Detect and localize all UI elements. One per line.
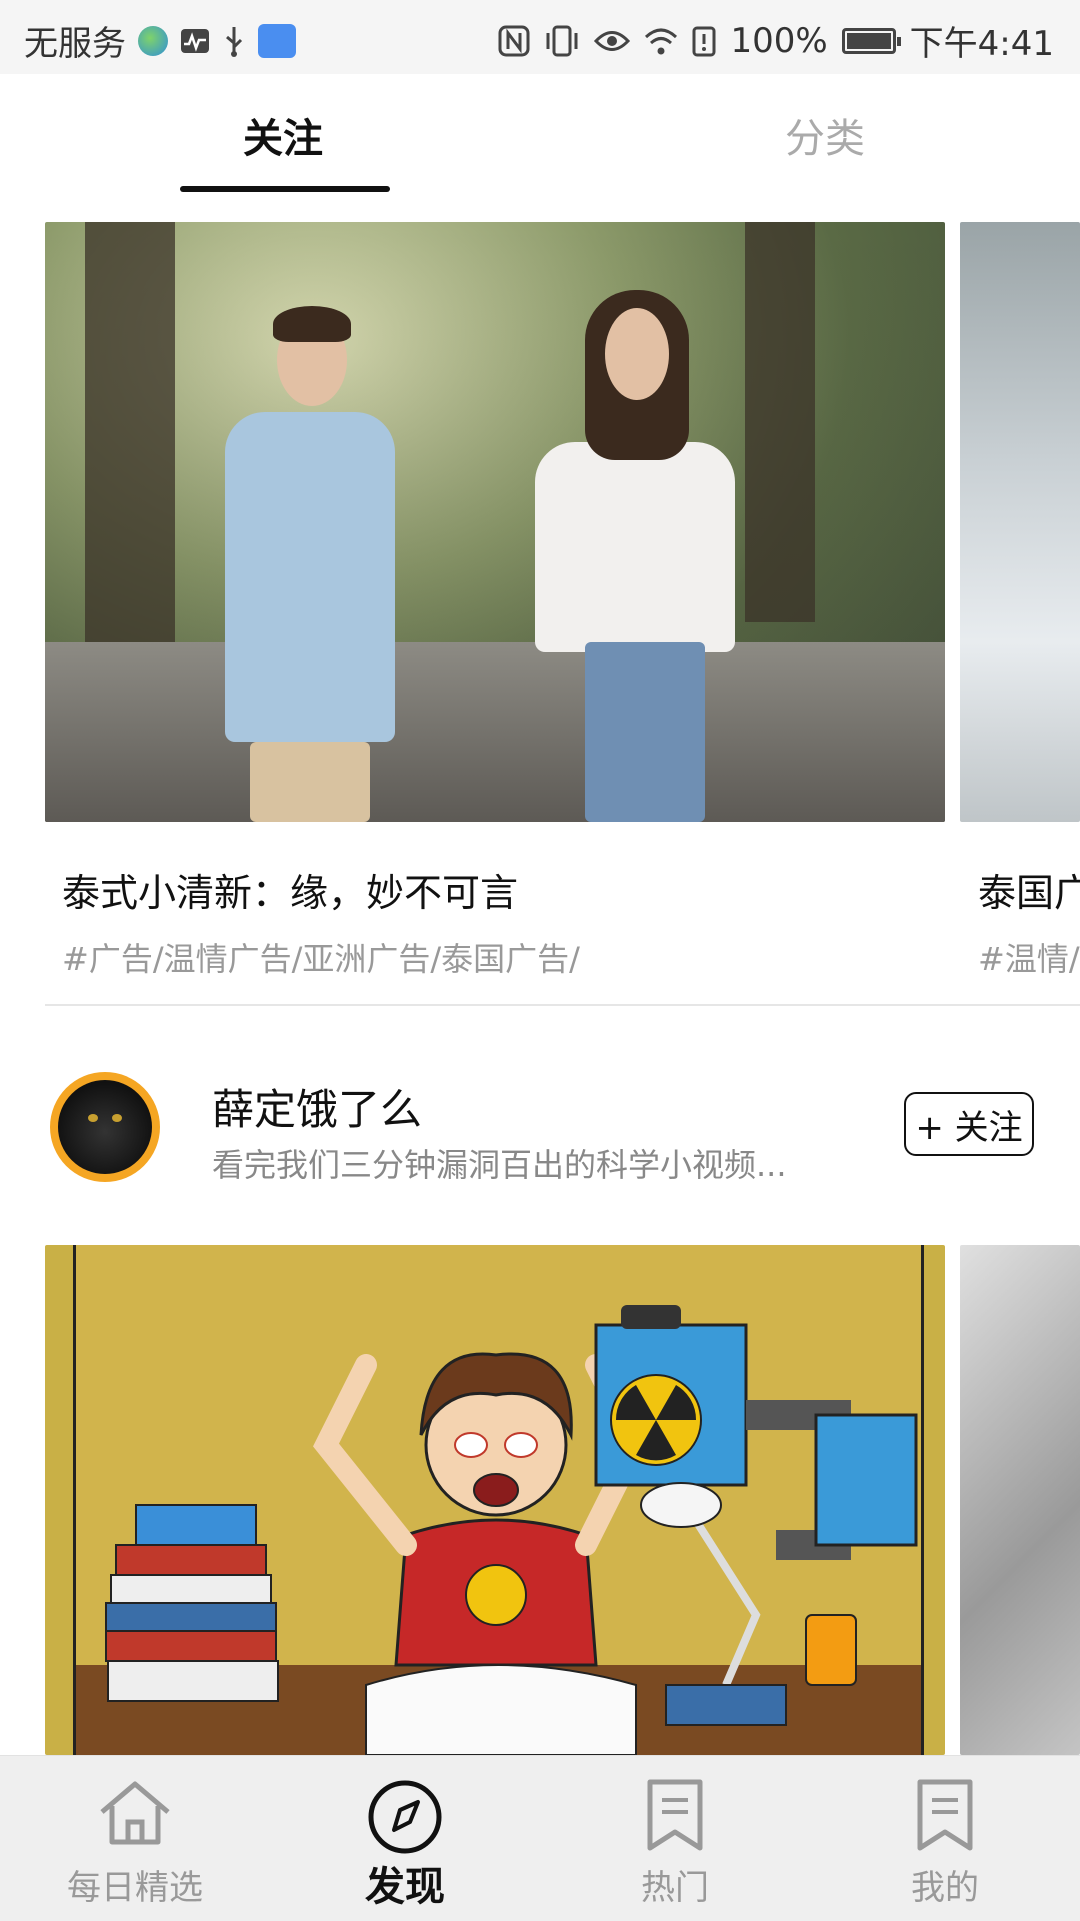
- cat-eye: [112, 1114, 122, 1122]
- tab-category[interactable]: 分类: [785, 106, 865, 164]
- wifi-icon: [644, 27, 678, 55]
- nav-daily-picks[interactable]: 每日精选: [0, 1756, 270, 1921]
- woman-skirt: [585, 642, 705, 822]
- nav-label: 发现: [365, 1864, 445, 1910]
- app-notification-icon: [258, 23, 296, 58]
- background-tree: [85, 222, 175, 642]
- nav-label: 热门: [641, 1868, 709, 1908]
- battery-percent: 100%: [730, 20, 828, 61]
- black-cat-image: [58, 1080, 152, 1174]
- author-avatar[interactable]: [50, 1072, 160, 1182]
- vibrate-icon: [544, 25, 580, 57]
- home-icon: [100, 1781, 170, 1845]
- active-tab-indicator: [180, 186, 390, 192]
- author-description: 看完我们三分钟漏洞百出的科学小视频...: [212, 1146, 787, 1184]
- video-thumbnail-next-2[interactable]: [960, 1245, 1080, 1755]
- top-tabs: 关注 分类: [0, 74, 1080, 194]
- man-trousers: [250, 742, 370, 822]
- clock: 下午4:41: [909, 24, 1054, 64]
- video-title[interactable]: 泰式小清新：缘，妙不可言: [62, 862, 518, 917]
- woman-head: [605, 308, 669, 400]
- video-tags-next[interactable]: #温情/: [978, 934, 1080, 980]
- nav-label: 每日精选: [67, 1868, 203, 1908]
- nav-mine[interactable]: 我的: [810, 1756, 1080, 1921]
- video-tags[interactable]: #广告/温情广告/亚洲广告/泰国广告/: [62, 934, 580, 980]
- background-tree: [745, 222, 815, 622]
- cartoon-illustration: [76, 1305, 921, 1755]
- man-figure: [225, 412, 395, 742]
- battery-icon: [841, 27, 901, 54]
- nav-hot[interactable]: 热门: [540, 1756, 810, 1921]
- cat-eye: [88, 1114, 98, 1122]
- nfc-icon: [498, 25, 530, 57]
- carrier-label: 无服务: [24, 24, 126, 64]
- nav-discover[interactable]: 发现: [270, 1756, 540, 1921]
- battery-level: [846, 32, 891, 49]
- section-divider: [45, 1004, 1080, 1006]
- compass-icon: [368, 1780, 442, 1854]
- woman-blouse: [535, 442, 735, 652]
- usb-icon: [222, 25, 246, 57]
- video-title-next[interactable]: 泰国广: [978, 862, 1080, 917]
- eye-icon: [594, 28, 631, 54]
- bookmark-icon: [647, 1779, 703, 1851]
- video-thumbnail-next[interactable]: [960, 222, 1080, 822]
- background-road: [45, 642, 945, 822]
- battery-alert-icon: [692, 25, 716, 57]
- follow-button[interactable]: + 关注: [904, 1092, 1034, 1156]
- bookmark-icon: [917, 1779, 973, 1851]
- man-hair: [273, 306, 351, 342]
- nav-label: 我的: [911, 1868, 979, 1908]
- tab-follow[interactable]: 关注: [243, 106, 323, 164]
- activity-icon: [180, 28, 210, 54]
- bottom-navigation: 每日精选 发现 热门 我的: [0, 1755, 1080, 1921]
- author-name[interactable]: 薛定饿了么: [212, 1076, 422, 1137]
- status-bar: 无服务 100% 下午4:41: [0, 0, 1080, 74]
- cartoon-frame: [73, 1245, 924, 1755]
- video-thumbnail-couple[interactable]: [45, 222, 945, 822]
- globe-icon: [138, 25, 168, 56]
- video-thumbnail-cartoon[interactable]: [45, 1245, 945, 1755]
